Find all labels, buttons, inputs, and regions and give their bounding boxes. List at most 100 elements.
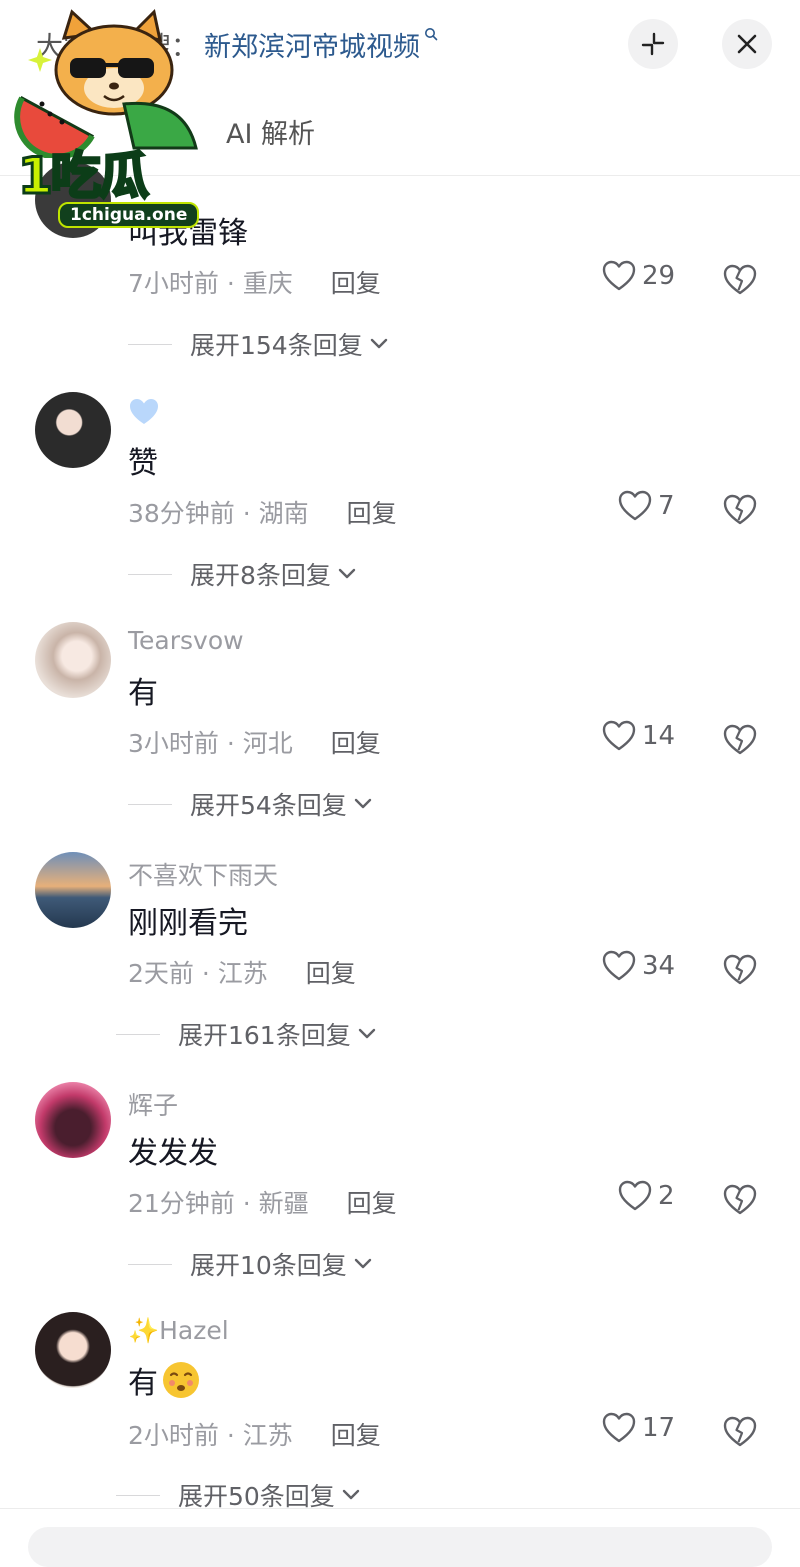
blue-heart-badge-icon	[130, 399, 158, 424]
like-count: 7	[658, 491, 675, 521]
like-button[interactable]: 7	[618, 490, 675, 522]
avatar[interactable]	[35, 1312, 111, 1388]
like-button[interactable]: 14	[602, 720, 675, 752]
comment-location: 湖南	[258, 499, 309, 528]
expand-replies-button[interactable]: 展开8条回复	[128, 556, 357, 592]
reply-button[interactable]: 回复	[331, 269, 381, 298]
divider	[128, 573, 172, 575]
reply-button[interactable]: 回复	[347, 1189, 397, 1218]
dislike-button[interactable]	[722, 954, 758, 990]
avatar[interactable]	[35, 622, 111, 698]
comment-text: 有	[128, 676, 158, 711]
reply-button[interactable]: 回复	[331, 729, 381, 758]
chevron-down-icon	[370, 338, 387, 349]
broken-heart-icon	[723, 1184, 757, 1215]
comment-text: 赞	[128, 446, 158, 481]
dislike-button[interactable]	[722, 1416, 758, 1452]
heart-outline-icon	[618, 1180, 652, 1211]
expand-replies-label: 展开54条回复	[190, 791, 347, 820]
expand-replies-button[interactable]: 展开10条回复	[128, 1246, 373, 1282]
comment-username[interactable]: ✨Hazel	[128, 1316, 229, 1346]
expand-replies-label: 展开154条回复	[190, 331, 363, 360]
watermark-domain: 1chigua.one	[58, 202, 200, 228]
reply-button[interactable]: 回复	[331, 1421, 381, 1450]
dislike-button[interactable]	[722, 264, 758, 300]
like-button[interactable]: 34	[602, 950, 675, 982]
chevron-down-icon	[338, 568, 356, 579]
comment-text: 刚刚看完	[128, 906, 248, 941]
avatar[interactable]	[35, 392, 111, 468]
like-count: 17	[642, 1413, 676, 1443]
comment-meta: 38分钟前 · 湖南 回复	[128, 499, 397, 528]
divider	[128, 803, 172, 805]
reply-button[interactable]: 回复	[347, 499, 397, 528]
search-query-link[interactable]: 新郑滨河帝城视频	[204, 25, 420, 64]
like-count: 29	[642, 261, 676, 291]
comment-meta: 21分钟前 · 新疆 回复	[128, 1189, 397, 1218]
like-button[interactable]: 17	[602, 1412, 675, 1444]
comment-text: 有	[128, 1358, 202, 1402]
comment-time: 7小时前	[128, 269, 219, 298]
like-button[interactable]: 2	[618, 1180, 675, 1212]
comment-time: 21分钟前	[128, 1189, 235, 1218]
avatar[interactable]	[35, 852, 111, 928]
comment-input-bar	[0, 1508, 800, 1567]
comment-meta: 3小时前 · 河北 回复	[128, 729, 381, 758]
chevron-down-icon	[358, 1028, 375, 1039]
broken-heart-icon	[723, 1416, 757, 1447]
avatar[interactable]	[35, 1082, 111, 1158]
expand-replies-button[interactable]: 展开161条回复	[116, 1016, 377, 1052]
close-icon	[737, 34, 757, 54]
heart-outline-icon	[602, 720, 636, 751]
expand-replies-button[interactable]: 展开154条回复	[128, 326, 389, 362]
expand-replies-button[interactable]: 展开54条回复	[128, 786, 373, 822]
comment-time: 2小时前	[128, 1421, 219, 1450]
comment-location: 河北	[242, 729, 293, 758]
broken-heart-icon	[723, 264, 757, 295]
watermark-logo: 1吃瓜 1chigua.one	[14, 8, 214, 240]
dislike-button[interactable]	[722, 724, 758, 760]
heart-outline-icon	[602, 950, 636, 981]
comment-meta: 2天前 · 江苏 回复	[128, 959, 356, 988]
comment-meta: 2小时前 · 江苏 回复	[128, 1421, 381, 1450]
divider	[128, 343, 172, 345]
dislike-button[interactable]	[722, 494, 758, 530]
comment-location: 新疆	[258, 1189, 309, 1218]
comment-text: 发发发	[128, 1136, 218, 1171]
chevron-down-icon	[342, 1489, 360, 1500]
face-emoji-icon	[163, 1362, 199, 1398]
heart-outline-icon	[618, 490, 652, 521]
heart-outline-icon	[602, 260, 636, 291]
divider	[116, 1494, 160, 1496]
comment-input[interactable]	[28, 1527, 772, 1567]
like-count: 34	[642, 951, 676, 981]
chevron-down-icon	[354, 798, 372, 809]
search-icon	[425, 28, 438, 41]
like-count: 2	[658, 1181, 675, 1211]
comment-username[interactable]: 不喜欢下雨天	[128, 856, 278, 892]
expand-replies-label: 展开10条回复	[190, 1251, 347, 1280]
reply-button[interactable]: 回复	[306, 959, 356, 988]
comment-time: 2天前	[128, 959, 194, 988]
divider	[116, 1033, 160, 1035]
like-button[interactable]: 29	[602, 260, 675, 292]
broken-heart-icon	[723, 724, 757, 755]
comment-username[interactable]: 辉子	[128, 1086, 178, 1122]
watermark-brand: 1吃瓜	[17, 146, 151, 207]
comment-text-body: 有	[128, 1366, 158, 1401]
dislike-button[interactable]	[722, 1184, 758, 1220]
comment-username[interactable]: Tearsvow	[128, 626, 244, 655]
comment-time: 3小时前	[128, 729, 219, 758]
minimize-button[interactable]	[628, 19, 678, 69]
close-button[interactable]	[722, 19, 772, 69]
broken-heart-icon	[723, 494, 757, 525]
expand-replies-label: 展开8条回复	[190, 561, 331, 590]
comment-location: 重庆	[242, 269, 293, 298]
comment-location: 江苏	[242, 1421, 293, 1450]
divider	[128, 1263, 172, 1265]
like-count: 14	[642, 721, 676, 751]
expand-replies-label: 展开161条回复	[178, 1021, 351, 1050]
comment-meta: 7小时前 · 重庆 回复	[128, 269, 381, 298]
broken-heart-icon	[723, 954, 757, 985]
ai-analysis-tab[interactable]: AI 解析	[226, 112, 315, 151]
